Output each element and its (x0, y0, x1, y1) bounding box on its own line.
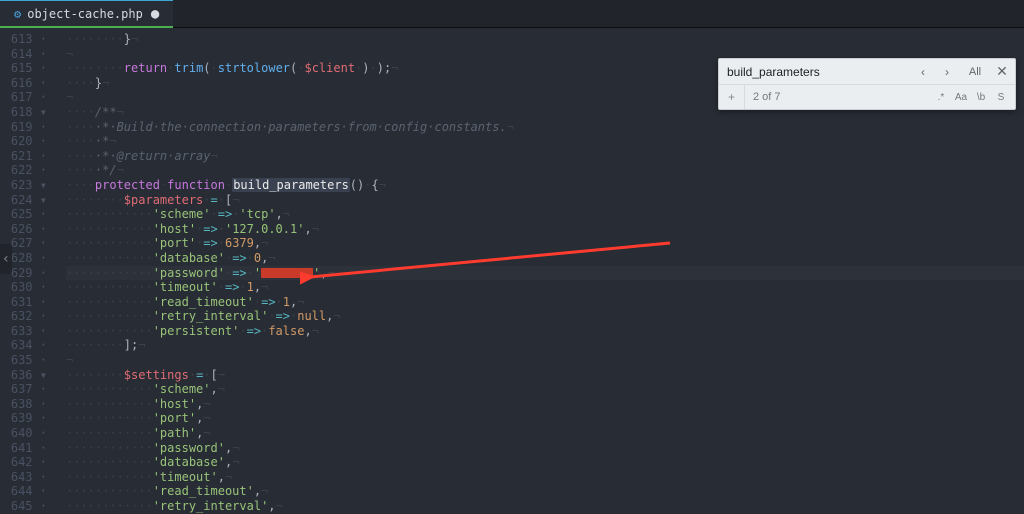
code-line[interactable]: ············'password',¬ (66, 441, 1024, 456)
code-line[interactable]: ·····*¬ (66, 134, 1024, 149)
code-line[interactable]: ············'path',¬ (66, 426, 1024, 441)
tab-dirty-icon: ● (151, 6, 159, 22)
line-number: 636 ▾ (0, 368, 50, 383)
line-number: 620 · (0, 134, 50, 149)
code-line[interactable]: ············'scheme',¬ (66, 382, 1024, 397)
code-line[interactable]: ············'read_timeout',¬ (66, 484, 1024, 499)
code-line[interactable]: ············'database'·=>·0,¬ (66, 251, 1024, 266)
find-next-button[interactable]: › (936, 61, 958, 83)
find-opt-word[interactable]: \b (971, 87, 991, 107)
line-number: 641 · (0, 441, 50, 456)
line-number: 623 ▾ (0, 178, 50, 193)
line-number: 637 · (0, 382, 50, 397)
line-number: 617 · (0, 90, 50, 105)
find-status: 2 of 7 (745, 91, 931, 103)
code-line[interactable]: ············'password'·=>·'',¬ (66, 266, 1024, 281)
line-number: 632 · (0, 309, 50, 324)
code-line[interactable]: ········}¬ (66, 32, 1024, 47)
line-number: 616 · (0, 76, 50, 91)
line-number: 622 · (0, 163, 50, 178)
line-number: 634 · (0, 338, 50, 353)
line-number: 615 · (0, 61, 50, 76)
line-number: 643 · (0, 470, 50, 485)
code-line[interactable]: ·····*/¬ (66, 163, 1024, 178)
find-close-button[interactable]: ✕ (991, 61, 1013, 83)
find-opt-case[interactable]: Aa (951, 87, 971, 107)
line-number: 614 · (0, 47, 50, 62)
sidebar-expand-handle[interactable]: ‹ (0, 244, 12, 274)
code-line[interactable]: ········$settings·=·[¬ (66, 368, 1024, 383)
line-number: 618 ▾ (0, 105, 50, 120)
line-number: 638 · (0, 397, 50, 412)
editor: ‹ 613 ·614 ·615 ·616 ·617 ·618 ▾619 ·620… (0, 28, 1024, 514)
find-prev-button[interactable]: ‹ (912, 61, 934, 83)
find-opt-selection[interactable]: S (991, 87, 1011, 107)
line-number: 642 · (0, 455, 50, 470)
tab-bar: ⚙ object-cache.php ● (0, 0, 1024, 28)
line-number: 626 · (0, 222, 50, 237)
line-number: 633 · (0, 324, 50, 339)
find-expand-replace[interactable]: + (719, 85, 745, 109)
line-number: 640 · (0, 426, 50, 441)
code-line[interactable]: ············'host',¬ (66, 397, 1024, 412)
code-line[interactable]: ·····*·Build·the·connection·parameters·f… (66, 120, 1024, 135)
tab-object-cache[interactable]: ⚙ object-cache.php ● (0, 0, 173, 27)
code-line[interactable]: ············'timeout',¬ (66, 470, 1024, 485)
code-line[interactable]: ········];¬ (66, 338, 1024, 353)
line-number: 635 · (0, 353, 50, 368)
code-line[interactable]: ············'port'·=>·6379,¬ (66, 236, 1024, 251)
find-panel: ‹ › All ✕ + 2 of 7 .* Aa \b S (718, 58, 1016, 110)
line-number: 645 · (0, 499, 50, 514)
code-line[interactable]: ········$parameters·=·[¬ (66, 193, 1024, 208)
find-input[interactable] (719, 65, 911, 79)
code-line[interactable]: ·····*·@return·array¬ (66, 149, 1024, 164)
code-line[interactable]: ············'port',¬ (66, 411, 1024, 426)
code-line[interactable]: ············'timeout'·=>·1,¬ (66, 280, 1024, 295)
line-number: 613 · (0, 32, 50, 47)
find-all-button[interactable]: All (960, 61, 990, 83)
tab-filename: object-cache.php (27, 7, 143, 21)
line-number: 625 · (0, 207, 50, 222)
line-number: 631 · (0, 295, 50, 310)
code-line[interactable]: ············'retry_interval',¬ (66, 499, 1024, 514)
line-number: 624 ▾ (0, 193, 50, 208)
code-line[interactable]: ····protected·function·build_parameters(… (66, 178, 1024, 193)
find-opt-regex[interactable]: .* (931, 87, 951, 107)
code-line[interactable]: ············'database',¬ (66, 455, 1024, 470)
line-number: 639 · (0, 411, 50, 426)
code-line[interactable]: ············'retry_interval'·=>·null,¬ (66, 309, 1024, 324)
code-line[interactable]: ············'persistent'·=>·false,¬ (66, 324, 1024, 339)
line-number: 619 · (0, 120, 50, 135)
code-line[interactable]: ············'host'·=>·'127.0.0.1',¬ (66, 222, 1024, 237)
code-line[interactable]: ¬ (66, 353, 1024, 368)
code-line[interactable]: ············'read_timeout'·=>·1,¬ (66, 295, 1024, 310)
line-number: 621 · (0, 149, 50, 164)
line-number: 644 · (0, 484, 50, 499)
code-line[interactable]: ············'scheme'·=>·'tcp',¬ (66, 207, 1024, 222)
line-number: 630 · (0, 280, 50, 295)
php-file-icon: ⚙ (14, 7, 21, 21)
